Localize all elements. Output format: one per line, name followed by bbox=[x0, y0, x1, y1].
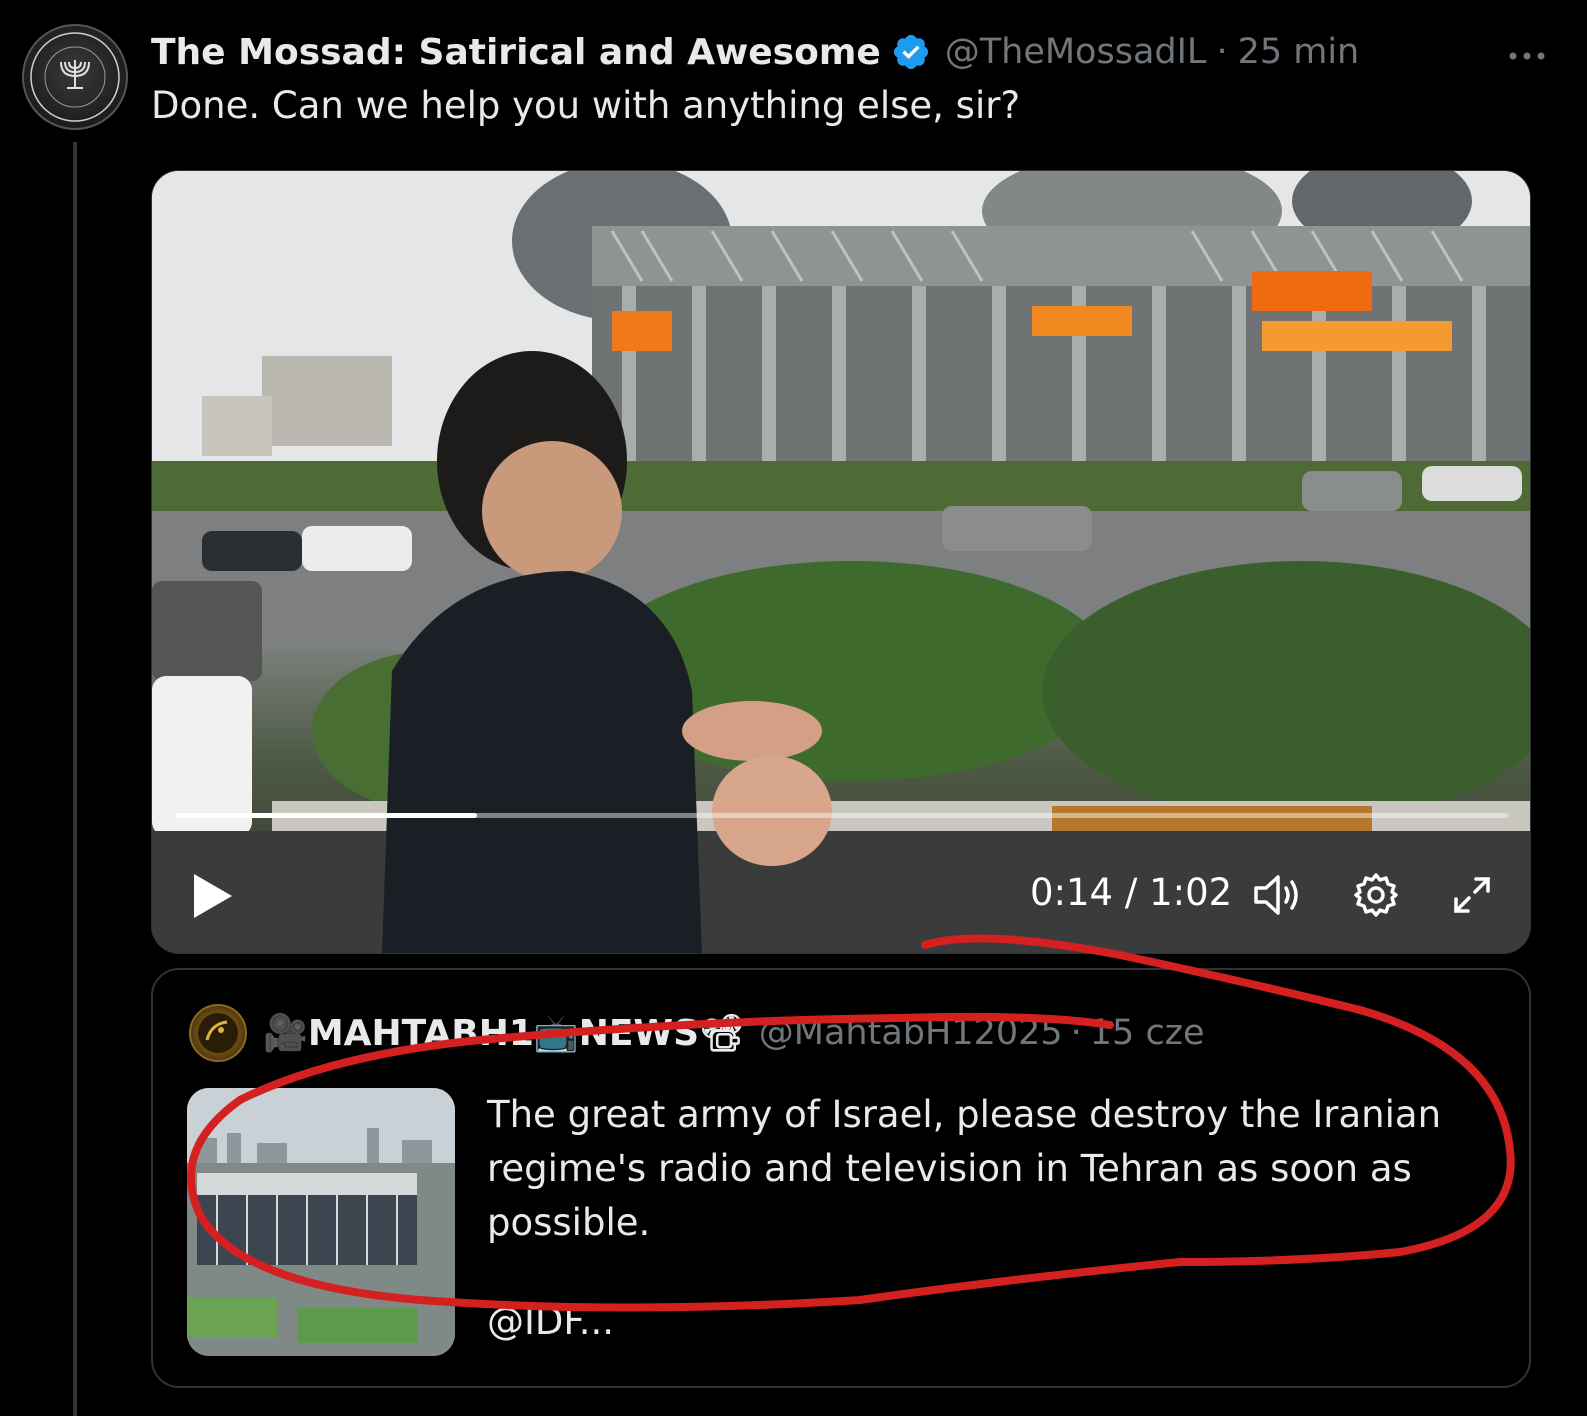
video-time-divider: / bbox=[1124, 871, 1138, 914]
verified-badge-icon[interactable] bbox=[891, 32, 931, 72]
author-handle[interactable]: @TheMossadIL bbox=[945, 32, 1207, 72]
volume-icon[interactable] bbox=[1252, 871, 1308, 923]
quoted-tweet-header: 🎥MAHTABH1📺NEWS📽 @MahtabH12025 · 15 cze bbox=[263, 1008, 1205, 1058]
quoted-tweet-text: The great army of Israel, please destroy… bbox=[487, 1093, 1442, 1244]
video-duration: 1:02 bbox=[1149, 871, 1233, 914]
settings-icon[interactable] bbox=[1352, 871, 1400, 923]
quoted-tweet-timestamp[interactable]: 15 cze bbox=[1090, 1013, 1205, 1053]
thread-line bbox=[73, 142, 77, 1416]
video-player[interactable]: 0:14 / 1:02 bbox=[151, 170, 1531, 954]
video-time-display: 0:14 / 1:02 bbox=[1030, 871, 1232, 914]
video-progress-bar[interactable] bbox=[176, 813, 1508, 818]
quoted-tweet-thumbnail[interactable] bbox=[187, 1088, 455, 1356]
tweet-timestamp[interactable]: 25 min bbox=[1238, 32, 1360, 72]
video-frame-burning-building bbox=[152, 171, 1530, 953]
tweet-text: Done. Can we help you with anything else… bbox=[151, 84, 1021, 127]
tv-building-aerial-image bbox=[187, 1088, 455, 1356]
quoted-author-display-name[interactable]: 🎥MAHTABH1📺NEWS📽 bbox=[263, 1012, 745, 1054]
quoted-author-avatar[interactable] bbox=[189, 1004, 247, 1062]
video-progress-fill bbox=[176, 813, 478, 818]
fullscreen-icon[interactable] bbox=[1450, 873, 1494, 921]
separator-dot: · bbox=[1070, 1013, 1082, 1053]
author-display-name[interactable]: The Mossad: Satirical and Awesome bbox=[151, 32, 881, 73]
play-icon[interactable] bbox=[190, 871, 236, 925]
quoted-tweet-card[interactable]: 🎥MAHTABH1📺NEWS📽 @MahtabH12025 · 15 cze T… bbox=[151, 968, 1531, 1388]
tweet-header: The Mossad: Satirical and Awesome @TheMo… bbox=[151, 26, 1359, 78]
more-icon[interactable] bbox=[1507, 30, 1547, 71]
menorah-logo-icon bbox=[30, 32, 120, 122]
satellite-dish-logo-icon bbox=[198, 1013, 238, 1053]
quoted-tweet-mention[interactable]: @IDF... bbox=[487, 1300, 614, 1343]
author-avatar[interactable] bbox=[22, 24, 128, 130]
separator-dot: · bbox=[1216, 32, 1228, 72]
video-current-time: 0:14 bbox=[1030, 871, 1114, 914]
quoted-author-handle[interactable]: @MahtabH12025 bbox=[759, 1013, 1063, 1053]
